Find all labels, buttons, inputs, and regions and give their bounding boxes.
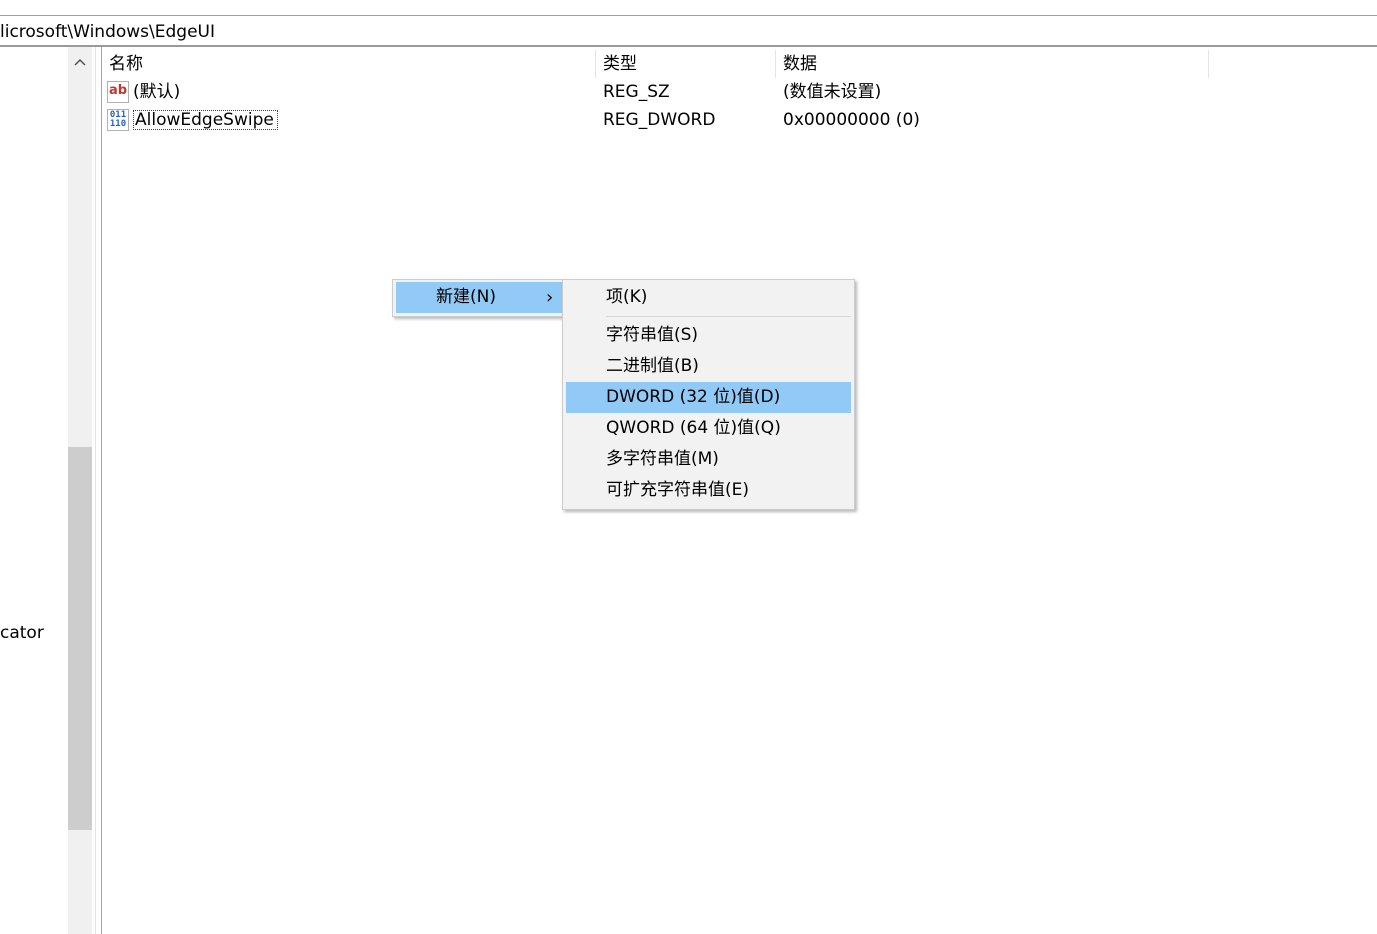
tree-item-partial[interactable]: cator: [0, 621, 44, 645]
column-header-type[interactable]: 类型: [598, 50, 776, 78]
menu-item-dword-value[interactable]: DWORD (32 位)值(D): [566, 382, 851, 413]
value-name: (默认): [133, 82, 181, 102]
menu-item-new-label: 新建(N): [436, 287, 496, 307]
address-bar-bottom-border: [0, 45, 1377, 47]
chevron-up-icon: [74, 58, 86, 66]
menu-item-new[interactable]: 新建(N) ›: [396, 282, 562, 313]
value-type: REG_SZ: [603, 82, 670, 102]
menu-item-binary-value[interactable]: 二进制值(B): [566, 351, 851, 382]
value-type: REG_DWORD: [603, 110, 716, 130]
submenu-arrow-icon: ›: [546, 287, 554, 308]
pane-splitter[interactable]: [95, 47, 102, 934]
binary-value-icon: 011 110: [107, 109, 129, 131]
value-row[interactable]: ab (默认) REG_SZ (数值未设置): [104, 78, 1209, 106]
new-submenu: 项(K) 字符串值(S) 二进制值(B) DWORD (32 位)值(D) QW…: [562, 279, 855, 510]
scroll-up-button[interactable]: [68, 47, 92, 77]
address-bar[interactable]: licrosoft\Windows\EdgeUI: [0, 20, 215, 44]
value-data: (数值未设置): [783, 82, 882, 102]
menu-item-key[interactable]: 项(K): [566, 282, 851, 313]
menu-item-string-value[interactable]: 字符串值(S): [566, 320, 851, 351]
column-header-name[interactable]: 名称: [104, 50, 596, 78]
context-menu: 新建(N) ›: [392, 279, 566, 317]
column-header-data[interactable]: 数据: [778, 50, 1209, 78]
value-data: 0x00000000 (0): [783, 110, 920, 130]
value-name: AllowEdgeSwipe: [133, 110, 278, 130]
menu-item-multi-string-value[interactable]: 多字符串值(M): [566, 444, 851, 475]
address-bar-top-border: [0, 15, 1377, 16]
tree-scrollbar-thumb[interactable]: [68, 447, 92, 830]
value-row[interactable]: 011 110 AllowEdgeSwipe REG_DWORD 0x000000…: [104, 106, 1209, 134]
menu-item-qword-value[interactable]: QWORD (64 位)值(Q): [566, 413, 851, 444]
menu-item-expandable-string-value[interactable]: 可扩充字符串值(E): [566, 475, 851, 506]
string-value-icon: ab: [107, 81, 129, 103]
menu-separator: [606, 316, 851, 317]
